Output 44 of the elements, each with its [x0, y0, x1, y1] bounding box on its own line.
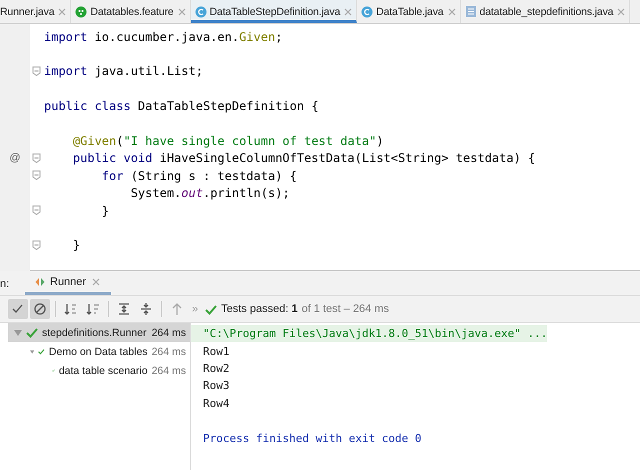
test-summary: of 1 test – 264 ms	[302, 303, 390, 315]
cucumber-icon	[75, 6, 88, 18]
code-line: import java.util.List;	[43, 64, 203, 78]
console-line: Row1	[203, 344, 230, 358]
editor-tab[interactable]: Runner.java	[0, 0, 72, 23]
console-line: Row4	[203, 396, 230, 410]
console-line: Process finished with exit code 0	[203, 432, 422, 445]
console-line: "C:\Program Files\Java\jdk1.8.0_51\bin\java.exe" ...	[203, 327, 548, 340]
test-tree-item[interactable]: stepdefinitions.Runner 264 ms	[8, 323, 190, 342]
code-line: for (String s : testdata) {	[100, 168, 297, 183]
class-icon	[194, 6, 206, 18]
code-line: public void iHaveSingleColumnOfTestData(List<String> testdata) {	[72, 151, 536, 166]
class-icon	[361, 6, 374, 18]
run-config-icon	[35, 277, 45, 287]
test-tree-item[interactable]: Demo on Data tables 264 ms	[8, 342, 190, 361]
override-marker: @	[9, 152, 21, 164]
code-line: }	[100, 204, 110, 218]
console-line: Row2	[203, 362, 230, 375]
test-status: Tests passed: 1	[221, 303, 298, 315]
editor-tab[interactable]: DataTableStepDefinition.java	[190, 0, 358, 23]
close-icon	[616, 6, 626, 16]
toolbar-button[interactable]	[30, 299, 50, 319]
code-line: @Given("I have single column of test data")	[72, 134, 384, 148]
console-line: Row3	[203, 379, 230, 392]
close-icon	[91, 277, 102, 287]
check-icon	[205, 304, 218, 314]
cancel-icon	[32, 301, 48, 317]
close-icon	[446, 6, 457, 16]
java-file-icon	[464, 5, 477, 18]
code-line: public class DataTableStepDefinition {	[43, 99, 319, 114]
code-line: System.out.println(s);	[130, 186, 290, 200]
sort-duration-icon	[85, 301, 101, 317]
close-icon	[343, 6, 354, 16]
collapse-all-icon	[138, 301, 154, 317]
check-icon	[26, 327, 38, 338]
close-icon	[57, 6, 68, 16]
run-label: n:	[0, 278, 10, 292]
close-icon	[176, 6, 186, 16]
test-tree-item[interactable]: data table scenario 264 ms	[8, 361, 190, 380]
expand-all-icon	[116, 301, 132, 317]
code-line: }	[72, 238, 80, 252]
toolbar-button[interactable]	[8, 299, 28, 319]
code-line: import io.cucumber.java.en.Given;	[43, 30, 282, 44]
sort-icon	[63, 301, 79, 317]
